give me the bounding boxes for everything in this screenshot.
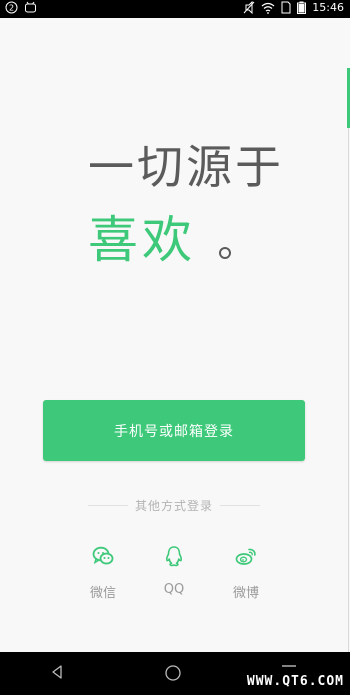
- battery-icon: [297, 1, 307, 14]
- hero-period: [219, 247, 231, 259]
- sim-icon: [281, 1, 291, 14]
- qq-login-button[interactable]: QQ: [154, 545, 194, 597]
- back-icon[interactable]: [50, 664, 64, 680]
- navigation-bar: WWW.QT6.COM: [0, 652, 350, 695]
- weibo-icon: [235, 548, 256, 565]
- qq-icon: [165, 546, 183, 567]
- phone-email-login-button[interactable]: 手机号或邮箱登录: [43, 400, 305, 461]
- wechat-label: 微信: [89, 586, 116, 601]
- android-icon: [25, 1, 36, 13]
- watermark: WWW.QT6.COM: [246, 674, 344, 689]
- wechat-login-button[interactable]: 微信: [83, 545, 123, 601]
- notification-count: 2: [9, 4, 14, 13]
- mute-icon: [243, 1, 255, 14]
- qq-label: QQ: [163, 582, 185, 597]
- status-bar: 2 15:46: [0, 0, 350, 18]
- divider-line-right: [220, 505, 260, 506]
- status-time: 15:46: [312, 1, 344, 14]
- recent-apps-icon[interactable]: [282, 664, 296, 668]
- hero-line-2: 喜欢: [88, 211, 196, 269]
- wechat-icon: [92, 546, 114, 565]
- login-screen: 一切源于 喜欢 手机号或邮箱登录 其他方式登录 微信 QQ 微博: [0, 18, 350, 658]
- hero-line-1: 一切源于: [88, 140, 284, 194]
- other-login-divider: 其他方式登录: [88, 497, 260, 513]
- notification-circle-icon: 2: [5, 1, 18, 14]
- wifi-icon: [261, 2, 275, 14]
- edge-divider: [348, 128, 349, 658]
- home-icon[interactable]: [164, 664, 182, 682]
- weibo-label: 微博: [232, 586, 259, 601]
- weibo-login-button[interactable]: 微博: [226, 545, 266, 601]
